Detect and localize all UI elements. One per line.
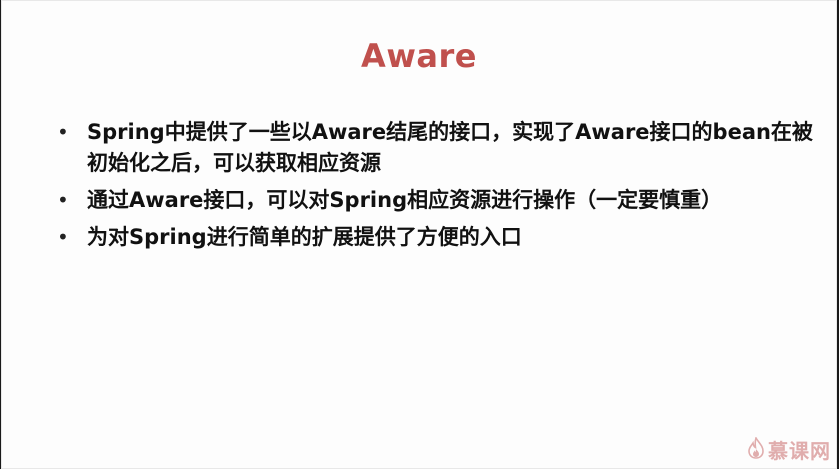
bullet-list: • Spring中提供了一些以Aware结尾的接口，实现了Aware接口的bea… xyxy=(57,117,817,259)
bullet-text: 通过Aware接口，可以对Spring相应资源进行操作（一定要慎重） xyxy=(87,188,723,212)
slide: Aware • Spring中提供了一些以Aware结尾的接口，实现了Aware… xyxy=(1,0,837,469)
bullet-item-1: • Spring中提供了一些以Aware结尾的接口，实现了Aware接口的bea… xyxy=(57,117,817,179)
bullet-text: Spring中提供了一些以Aware结尾的接口，实现了Aware接口的bean在… xyxy=(87,120,813,175)
slide-title: Aware xyxy=(361,37,477,75)
bullet-marker: • xyxy=(57,225,69,249)
bullet-item-3: • 为对Spring进行简单的扩展提供了方便的入口 xyxy=(57,222,817,253)
watermark-text: 慕课网 xyxy=(768,439,831,463)
bullet-marker: • xyxy=(57,188,69,212)
bullet-marker: • xyxy=(57,120,69,144)
flame-icon xyxy=(747,435,765,463)
bullet-item-2: • 通过Aware接口，可以对Spring相应资源进行操作（一定要慎重） xyxy=(57,185,817,216)
bullet-text: 为对Spring进行简单的扩展提供了方便的入口 xyxy=(87,225,522,249)
watermark-logo: 慕课网 xyxy=(747,435,831,464)
